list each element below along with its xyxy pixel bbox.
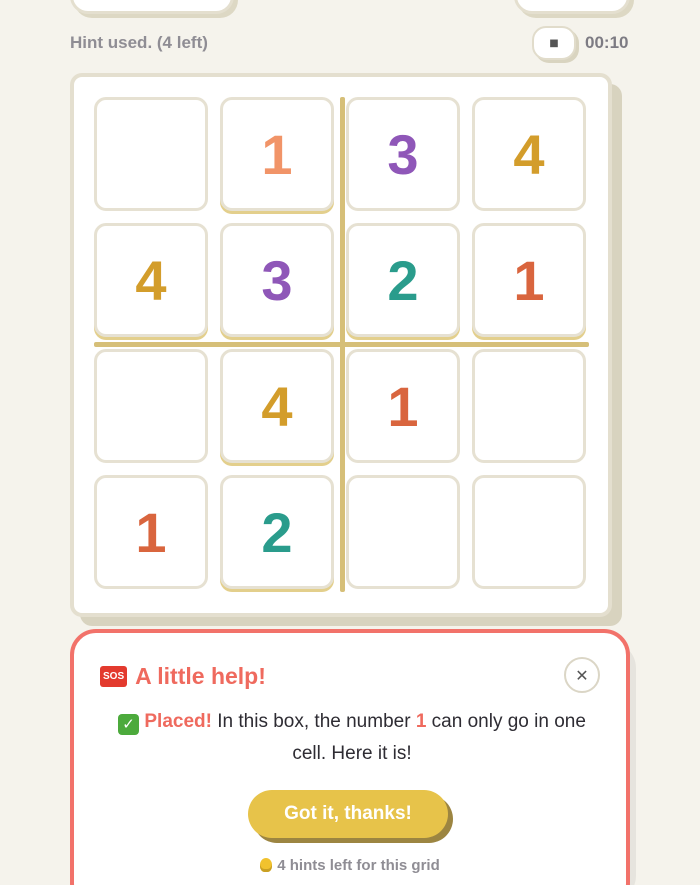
top-left-button[interactable] <box>70 0 234 14</box>
cell-r4-c1[interactable]: 1 <box>94 475 208 589</box>
cell-r1-c4[interactable]: 4 <box>472 97 586 211</box>
cell-r3-c4[interactable] <box>472 349 586 463</box>
cell-r4-c4[interactable] <box>472 475 586 589</box>
pause-icon: ■ <box>549 37 559 49</box>
hints-left-text: 4 hints left for this grid <box>277 857 440 874</box>
hint-number: 1 <box>415 711 427 732</box>
cell-r2-c1[interactable]: 4 <box>94 223 208 337</box>
timer: 00:10 <box>585 33 629 52</box>
cell-r3-c2[interactable]: 4 <box>220 349 334 463</box>
cell-r4-c3[interactable] <box>346 475 460 589</box>
status-row: Hint used. (4 left) ■ 00:10 <box>70 26 630 60</box>
cell-r3-c1[interactable] <box>94 349 208 463</box>
placed-label: Placed! <box>144 711 212 732</box>
pause-button[interactable]: ■ <box>532 26 576 60</box>
cell-r1-c1[interactable] <box>94 97 208 211</box>
game-screen: Hint used. (4 left) ■ 00:10 13443214112 … <box>0 0 700 885</box>
cell-r2-c4[interactable]: 1 <box>472 223 586 337</box>
cell-r2-c2[interactable]: 3 <box>220 223 334 337</box>
cell-r4-c2[interactable]: 2 <box>220 475 334 589</box>
top-right-button[interactable] <box>514 0 630 14</box>
hint-message: ✓ Placed! In this box, the number 1 can … <box>104 706 600 770</box>
dialog-title-text: A little help! <box>135 663 266 689</box>
message-before: In this box, the number <box>217 711 411 732</box>
sos-icon: SOS <box>100 666 128 687</box>
hint-used-text: Hint used. (4 left) <box>70 33 208 52</box>
close-button[interactable]: ✕ <box>564 657 600 693</box>
dialog-title: SOS A little help! <box>100 663 266 690</box>
cell-r1-c2[interactable]: 1 <box>220 97 334 211</box>
got-it-button[interactable]: Got it, thanks! <box>248 790 448 838</box>
check-mark-icon: ✓ <box>118 714 140 735</box>
cell-r2-c3[interactable]: 2 <box>346 223 460 337</box>
hint-dialog: SOS A little help! ✕ ✓ Placed! In this b… <box>70 629 630 885</box>
box-divider-horizontal <box>94 342 589 347</box>
cell-r1-c3[interactable]: 3 <box>346 97 460 211</box>
hints-left: 4 hints left for this grid <box>74 857 626 874</box>
close-icon: ✕ <box>575 665 589 685</box>
cell-r3-c3[interactable]: 1 <box>346 349 460 463</box>
bulb-icon <box>260 858 273 872</box>
